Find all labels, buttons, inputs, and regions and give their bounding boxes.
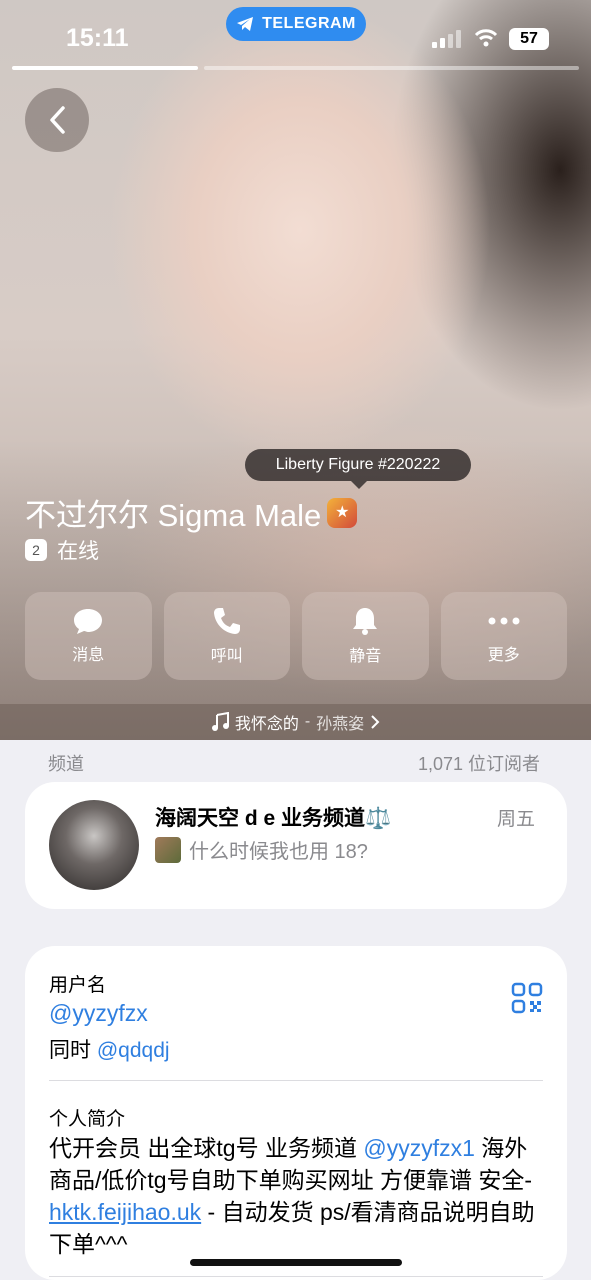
- mute-button[interactable]: 静音: [302, 592, 429, 680]
- chevron-left-icon: [50, 106, 65, 134]
- photo-progress-bars: [12, 66, 579, 70]
- qr-code-icon[interactable]: [511, 982, 543, 1014]
- status-bar: 15:11 TELEGRAM 57: [0, 0, 591, 60]
- bio-link-channel[interactable]: @yyzyfzx1: [363, 1135, 475, 1161]
- channel-avatar: [49, 800, 139, 890]
- profile-name: 不过尔尔 Sigma Male ★: [25, 490, 358, 535]
- chevron-right-icon: [371, 715, 380, 729]
- channel-card[interactable]: 海阔天空 d e 业务频道⚖️ 周五 什么时候我也用 18?: [25, 782, 567, 909]
- bio-label: 个人简介: [49, 1109, 126, 1130]
- username-link[interactable]: @yyzyfzx: [49, 1000, 148, 1027]
- also-username-link[interactable]: @qdqdj: [97, 1039, 170, 1062]
- home-indicator[interactable]: [190, 1259, 402, 1266]
- info-divider: [49, 1080, 543, 1081]
- battery-level: 57: [520, 30, 538, 47]
- online-badge: 2: [25, 539, 47, 561]
- online-status: 2 在线: [25, 535, 99, 565]
- music-separator: -: [304, 713, 311, 730]
- emoji-status-tooltip: Liberty Figure #220222: [245, 449, 471, 489]
- bio-text: 代开会员 出全球tg号 业务频道 @yyzyfzx1 海外商品/低价tg号自助下…: [49, 1132, 549, 1260]
- also-prefix: 同时: [49, 1039, 91, 1062]
- profile-header: 15:11 TELEGRAM 57 Liberty Figure #220222…: [0, 0, 591, 740]
- call-label: 呼叫: [210, 648, 243, 665]
- channel-last-message: 什么时候我也用 18?: [155, 835, 368, 864]
- back-button[interactable]: [25, 88, 89, 152]
- message-button[interactable]: 消息: [25, 592, 152, 680]
- info-card: 用户名 @yyzyfzx 同时 @qdqdj 个人简介 代开会员 出全球tg号 …: [25, 946, 567, 1280]
- channel-last-message-text: 什么时候我也用 18?: [189, 841, 368, 863]
- wifi-icon: [474, 29, 498, 47]
- bell-icon: [353, 608, 378, 635]
- message-icon: [74, 609, 103, 634]
- phone-icon: [213, 608, 240, 634]
- call-button[interactable]: 呼叫: [163, 592, 290, 680]
- profile-name-text: 不过尔尔 Sigma Male: [25, 498, 322, 533]
- channel-title: 海阔天空 d e 业务频道⚖️: [155, 807, 392, 830]
- music-title: 我怀念的: [234, 716, 299, 733]
- channel-section-header: 频道 1,071 位订阅者: [48, 750, 540, 776]
- channel-section-label: 频道: [48, 754, 84, 774]
- also-username: 同时 @qdqdj: [49, 1034, 170, 1064]
- emoji-status-icon[interactable]: ★: [327, 497, 358, 528]
- battery-icon: 57: [509, 28, 549, 50]
- channel-subscriber-count: 1,071 位订阅者: [417, 754, 540, 774]
- music-artist: 孙燕姿: [316, 716, 365, 733]
- telegram-icon: [237, 17, 254, 31]
- mute-label: 静音: [349, 648, 382, 665]
- header-shade: [0, 440, 591, 740]
- signal-icon: [432, 30, 461, 48]
- message-thumbnail: [155, 836, 181, 863]
- message-label: 消息: [72, 647, 105, 664]
- more-button[interactable]: 更多: [440, 592, 567, 680]
- status-time: 15:11: [66, 24, 129, 52]
- username-label: 用户名: [49, 975, 107, 996]
- online-status-text: 在线: [57, 540, 99, 563]
- bio-link-website[interactable]: hktk.feijihao.uk: [49, 1199, 201, 1225]
- info-divider-bottom: [49, 1276, 543, 1277]
- more-icon: [488, 617, 520, 625]
- more-label: 更多: [487, 647, 520, 664]
- action-buttons: 消息 呼叫 静音 更多: [25, 592, 567, 680]
- telegram-pill[interactable]: TELEGRAM: [226, 7, 366, 41]
- profile-music-bar[interactable]: 我怀念的 - 孙燕姿: [0, 704, 591, 740]
- music-note-icon: [211, 712, 229, 731]
- photo-progress-inactive: [204, 66, 579, 70]
- bio-part-1: 代开会员 出全球tg号 业务频道: [49, 1135, 364, 1161]
- channel-last-date: 周五: [496, 809, 535, 830]
- photo-progress-active: [12, 66, 198, 70]
- telegram-pill-label: TELEGRAM: [262, 15, 356, 32]
